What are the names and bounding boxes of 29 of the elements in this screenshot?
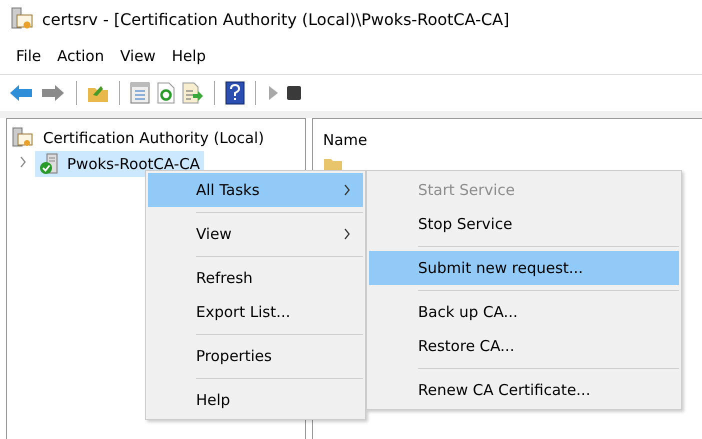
menu-bar-item[interactable]: Action [49,43,112,69]
menu-item[interactable]: Submit new request... [369,251,679,285]
back-arrow-icon[interactable] [8,83,34,103]
tree-item[interactable]: Pwoks-RootCA-CA [35,151,204,177]
help-icon[interactable] [225,81,245,105]
menu-item[interactable]: Back up CA... [369,295,679,329]
menu-item[interactable]: Refresh [148,261,363,295]
menu-bar-item[interactable]: Help [164,43,214,69]
menu-item[interactable]: Export List... [148,295,363,329]
export-list-icon[interactable] [182,82,204,104]
menu-item[interactable]: Help [148,383,363,417]
certificate-server-icon [11,127,33,149]
menu-item[interactable]: Stop Service [369,207,679,241]
refresh-icon[interactable] [156,82,176,104]
tree-item-label: Pwoks-RootCA-CA [67,155,200,173]
menu-item[interactable]: View [148,217,363,251]
app-icon [10,7,34,31]
menu-item[interactable]: Properties [148,339,363,373]
tree-item[interactable]: Certification Authority (Local) [39,127,268,149]
window-title: certsrv - [Certification Authority (Local)\Pwoks-RootCA-CA] [42,10,510,28]
menu-bar-item[interactable]: View [112,43,164,69]
menu-bar-item[interactable]: File [8,43,50,69]
tree-item-label: Certification Authority (Local) [43,129,264,147]
column-header[interactable]: Name [323,131,692,149]
window-icon[interactable] [130,82,150,104]
stop-icon[interactable] [286,85,302,101]
menu-item[interactable]: All Tasks [148,173,363,207]
menu-item[interactable]: Renew CA Certificate... [369,373,679,407]
menu-item[interactable]: Restore CA... [369,329,679,363]
